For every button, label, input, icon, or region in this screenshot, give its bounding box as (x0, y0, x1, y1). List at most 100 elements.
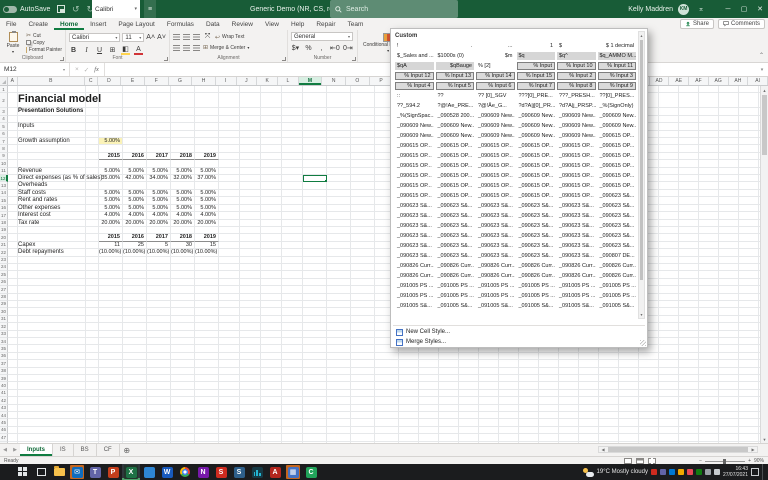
cell-AF16[interactable] (699, 205, 719, 212)
taskbar-clock[interactable]: 16:43 27/07/2021 (723, 466, 748, 478)
cell-J38[interactable] (240, 368, 261, 375)
cell-D11[interactable]: 5.00% (99, 168, 123, 175)
cell-N19[interactable] (327, 227, 351, 234)
cell-G45[interactable] (171, 419, 195, 426)
cell-K6[interactable] (261, 131, 282, 138)
cell-A46[interactable] (8, 427, 18, 434)
cell-L6[interactable] (282, 131, 303, 138)
cell-L30[interactable] (282, 308, 303, 315)
cell-G30[interactable] (171, 308, 195, 315)
name-box-dropdown-icon[interactable]: ▾ (63, 67, 65, 72)
cell-G12[interactable]: 32.00% (171, 175, 195, 182)
cell-J26[interactable] (240, 279, 261, 286)
cell-AF44[interactable] (699, 412, 719, 419)
cell-L25[interactable] (282, 271, 303, 278)
cell-C10[interactable] (86, 160, 99, 167)
cell-O8[interactable] (351, 145, 375, 152)
cell-K40[interactable] (261, 382, 282, 389)
cell-AE10[interactable] (679, 160, 699, 167)
cell-U42[interactable] (479, 397, 499, 404)
cell-I13[interactable] (219, 182, 240, 189)
cell-F34[interactable] (147, 338, 171, 345)
cell-AE20[interactable] (679, 234, 699, 241)
cell-D30[interactable] (99, 308, 123, 315)
cell-E9[interactable]: 2016 (123, 153, 147, 160)
cell-F17[interactable]: 4.00% (147, 212, 171, 219)
cell-AE25[interactable] (679, 271, 699, 278)
cell-AE28[interactable] (679, 294, 699, 301)
cell-F30[interactable] (147, 308, 171, 315)
cell-style-chip-r27c2[interactable]: _091005 S&... (436, 302, 475, 310)
cell-AE12[interactable] (679, 175, 699, 182)
cell-style-chip-r19c3[interactable]: _090623 S&... (476, 222, 515, 230)
cell-N32[interactable] (327, 323, 351, 330)
cell-E3[interactable] (123, 108, 147, 115)
cell-style-chip-r22c4[interactable]: _090623 S&... (517, 252, 556, 260)
cell-O31[interactable] (351, 316, 375, 323)
italic-button[interactable]: I (82, 46, 91, 54)
cell-C43[interactable] (86, 405, 99, 412)
cell-F10[interactable] (147, 160, 171, 167)
cell-C46[interactable] (86, 427, 99, 434)
cell-style-chip-r22c3[interactable]: _090623 S&... (476, 252, 515, 260)
cell-style-chip-r4c5[interactable]: % Input 2 (557, 72, 596, 80)
cell-AF10[interactable] (699, 160, 719, 167)
column-header-I[interactable]: I (216, 77, 237, 85)
cell-H37[interactable] (195, 360, 219, 367)
cell-G46[interactable] (171, 427, 195, 434)
cell-H8[interactable] (195, 145, 219, 152)
cell-B11[interactable]: Revenue (18, 168, 86, 175)
cell-O43[interactable] (351, 405, 375, 412)
cell-C36[interactable] (86, 353, 99, 360)
cell-AC40[interactable] (639, 382, 659, 389)
cell-style-chip-r20c5[interactable]: _090623 S&... (557, 232, 596, 240)
cell-M8[interactable] (303, 145, 327, 152)
cell-G29[interactable] (171, 301, 195, 308)
cell-B24[interactable] (18, 264, 86, 271)
cell-R46[interactable] (419, 427, 439, 434)
cell-M12[interactable] (303, 175, 327, 182)
cell-O39[interactable] (351, 375, 375, 382)
cell-A30[interactable] (8, 308, 18, 315)
column-header-AG[interactable]: AG (709, 77, 729, 85)
cell-AD13[interactable] (659, 182, 679, 189)
cell-L9[interactable] (282, 153, 303, 160)
cell-A41[interactable] (8, 390, 18, 397)
cell-O13[interactable] (351, 182, 375, 189)
cell-style-chip-r26c1[interactable]: _091005 PS ... (395, 292, 434, 300)
cell-M11[interactable] (303, 168, 327, 175)
cell-K10[interactable] (261, 160, 282, 167)
cell-P36[interactable] (375, 353, 399, 360)
cell-B31[interactable] (18, 316, 86, 323)
column-header-E[interactable]: E (121, 77, 145, 85)
cell-J46[interactable] (240, 427, 261, 434)
cell-M27[interactable] (303, 286, 327, 293)
cell-AE43[interactable] (679, 405, 699, 412)
cell-style-chip-r17c3[interactable]: _090623 S&... (476, 202, 515, 210)
cell-K24[interactable] (261, 264, 282, 271)
cell-F41[interactable] (147, 390, 171, 397)
cell-O4[interactable] (351, 116, 375, 123)
cell-W45[interactable] (519, 419, 539, 426)
cell-H14[interactable]: 5.00% (195, 190, 219, 197)
ribbon-tab-team[interactable]: Team (342, 18, 370, 30)
cell-style-chip-r18c3[interactable]: _090623 S&... (476, 212, 515, 220)
cell-G3[interactable] (171, 108, 195, 115)
cell-L32[interactable] (282, 323, 303, 330)
cell-B35[interactable] (18, 345, 86, 352)
ribbon-display-options-icon[interactable]: ⌅ (694, 0, 708, 18)
cell-S43[interactable] (439, 405, 459, 412)
cell-L21[interactable] (282, 242, 303, 249)
cell-H18[interactable]: 20.00% (195, 220, 219, 227)
cell-H11[interactable]: 5.00% (195, 168, 219, 175)
cell-style-chip-r11c1[interactable]: _090615 OP... (395, 142, 434, 150)
column-header-M[interactable]: M (299, 77, 323, 85)
cell-L44[interactable] (282, 412, 303, 419)
cell-L26[interactable] (282, 279, 303, 286)
cell-style-chip-r21c4[interactable]: _090623 S&... (517, 242, 556, 250)
cell-N12[interactable] (327, 175, 351, 182)
cell-style-chip-r7c3[interactable]: ?@!Åe_G... (476, 102, 515, 110)
cell-I20[interactable] (219, 234, 240, 241)
cell-H21[interactable]: 15 (195, 242, 219, 249)
cell-H12[interactable]: 37.00% (195, 175, 219, 182)
